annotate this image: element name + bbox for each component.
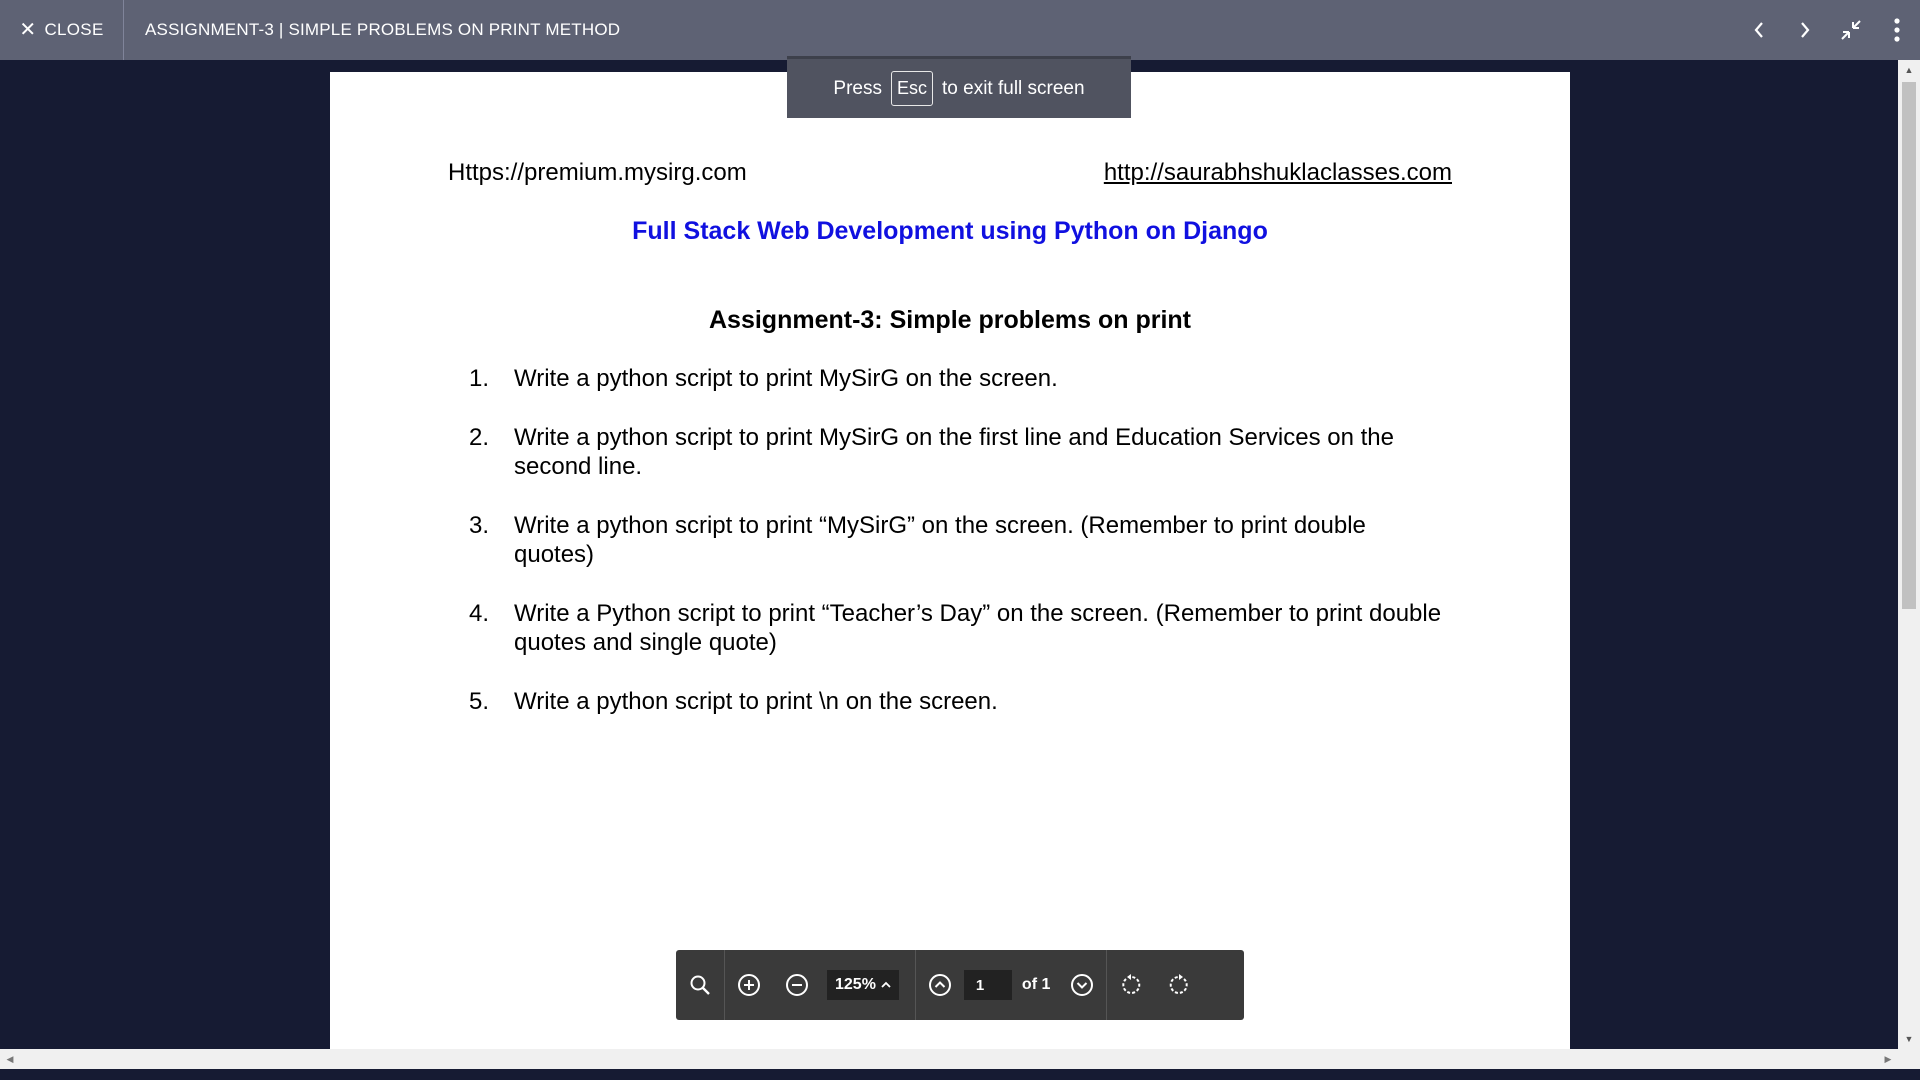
more-options-button[interactable] (1874, 0, 1920, 60)
zoom-in-button[interactable] (725, 950, 773, 1020)
exit-fullscreen-icon (1841, 20, 1861, 40)
assignment-title: Assignment-3: Simple problems on print (709, 306, 1191, 334)
list-item: 1. Write a python script to print MySirG … (469, 364, 1449, 393)
scroll-left-arrow-icon[interactable]: ◀ (0, 1049, 20, 1069)
pdf-toolbar: 125% of 1 (676, 950, 1244, 1020)
zoom-value: 125% (835, 976, 876, 993)
exit-fullscreen-toast: Press Esc to exit full screen (787, 56, 1131, 118)
document-title: ASSIGNMENT-3 | SIMPLE PROBLEMS ON PRINT … (145, 20, 621, 39)
page-up-icon (928, 974, 951, 996)
scroll-down-arrow-icon[interactable]: ▼ (1898, 1029, 1920, 1049)
close-button[interactable]: ✕ CLOSE (0, 0, 124, 60)
rotate-counterclockwise-icon (1122, 974, 1141, 994)
bottom-strip (0, 1069, 1920, 1080)
scroll-right-arrow-icon[interactable]: ▶ (1878, 1049, 1898, 1069)
previous-page-button[interactable] (916, 950, 964, 1020)
toast-press-text: Press (833, 77, 882, 99)
search-icon (690, 975, 710, 995)
list-item: 4. Write a Python script to print “Teache… (469, 599, 1449, 657)
close-icon: ✕ (19, 19, 37, 41)
question-text: Write a python script to print MySirG on… (514, 424, 1394, 480)
question-text: Write a Python script to print “Teacher’… (514, 600, 1442, 656)
zoom-select[interactable]: 125% (827, 970, 899, 1000)
chevron-left-icon (1754, 22, 1763, 38)
esc-key-hint: Esc (890, 71, 933, 106)
chevron-up-icon (881, 981, 891, 988)
rotate-right-button[interactable] (1155, 950, 1203, 1020)
question-number: 1. (469, 365, 490, 392)
more-vertical-icon (1894, 18, 1900, 42)
question-text: Write a python script to print MySirG on… (514, 365, 1058, 392)
zoom-in-icon (738, 974, 760, 996)
toast-rest-text: to exit full screen (942, 77, 1085, 99)
question-text: Write a python script to print “MySirG” … (514, 512, 1366, 568)
page-total: of 1 (1021, 976, 1051, 993)
vertical-scrollbar[interactable]: ▲ ▼ (1898, 60, 1920, 1049)
question-number: 5. (469, 688, 490, 715)
zoom-out-icon (786, 974, 808, 996)
list-item: 5. Write a python script to print \n on t… (469, 687, 1449, 716)
zoom-out-button[interactable] (773, 950, 821, 1020)
pdf-page: Https://premium.mysirg.com http://saurab… (330, 72, 1570, 1049)
top-bar: ✕ CLOSE ASSIGNMENT-3 | SIMPLE PROBLEMS O… (0, 0, 1920, 60)
rotate-left-button[interactable] (1107, 950, 1155, 1020)
next-page-button[interactable] (1058, 950, 1106, 1020)
list-item: 3. Write a python script to print “MySirG… (469, 511, 1449, 569)
question-number: 4. (469, 600, 490, 627)
question-list: 1. Write a python script to print MySirG … (469, 364, 1449, 746)
rotate-clockwise-icon (1170, 974, 1189, 994)
list-item: 2. Write a python script to print MySirG … (469, 423, 1449, 481)
previous-button[interactable] (1736, 0, 1782, 60)
horizontal-scrollbar[interactable]: ◀ ▶ (0, 1049, 1898, 1069)
question-number: 3. (469, 512, 490, 539)
close-label: CLOSE (44, 20, 104, 39)
question-number: 2. (469, 424, 490, 451)
question-text: Write a python script to print \n on the… (514, 688, 998, 715)
scrollbar-corner (1898, 1049, 1920, 1069)
document-viewer[interactable]: Https://premium.mysirg.com http://saurab… (0, 60, 1898, 1049)
chevron-right-icon (1801, 22, 1810, 38)
exit-fullscreen-button[interactable] (1828, 0, 1874, 60)
header-left-url: Https://premium.mysirg.com (448, 159, 747, 186)
course-title: Full Stack Web Development using Python … (632, 217, 1268, 245)
scroll-up-arrow-icon[interactable]: ▲ (1898, 60, 1920, 80)
search-button[interactable] (676, 950, 724, 1020)
header-right-link[interactable]: http://saurabhshuklaclasses.com (1104, 159, 1452, 187)
next-button[interactable] (1782, 0, 1828, 60)
page-down-icon (1071, 974, 1094, 996)
scrollbar-thumb[interactable] (1902, 82, 1916, 609)
page-number-input[interactable] (963, 970, 1012, 1000)
